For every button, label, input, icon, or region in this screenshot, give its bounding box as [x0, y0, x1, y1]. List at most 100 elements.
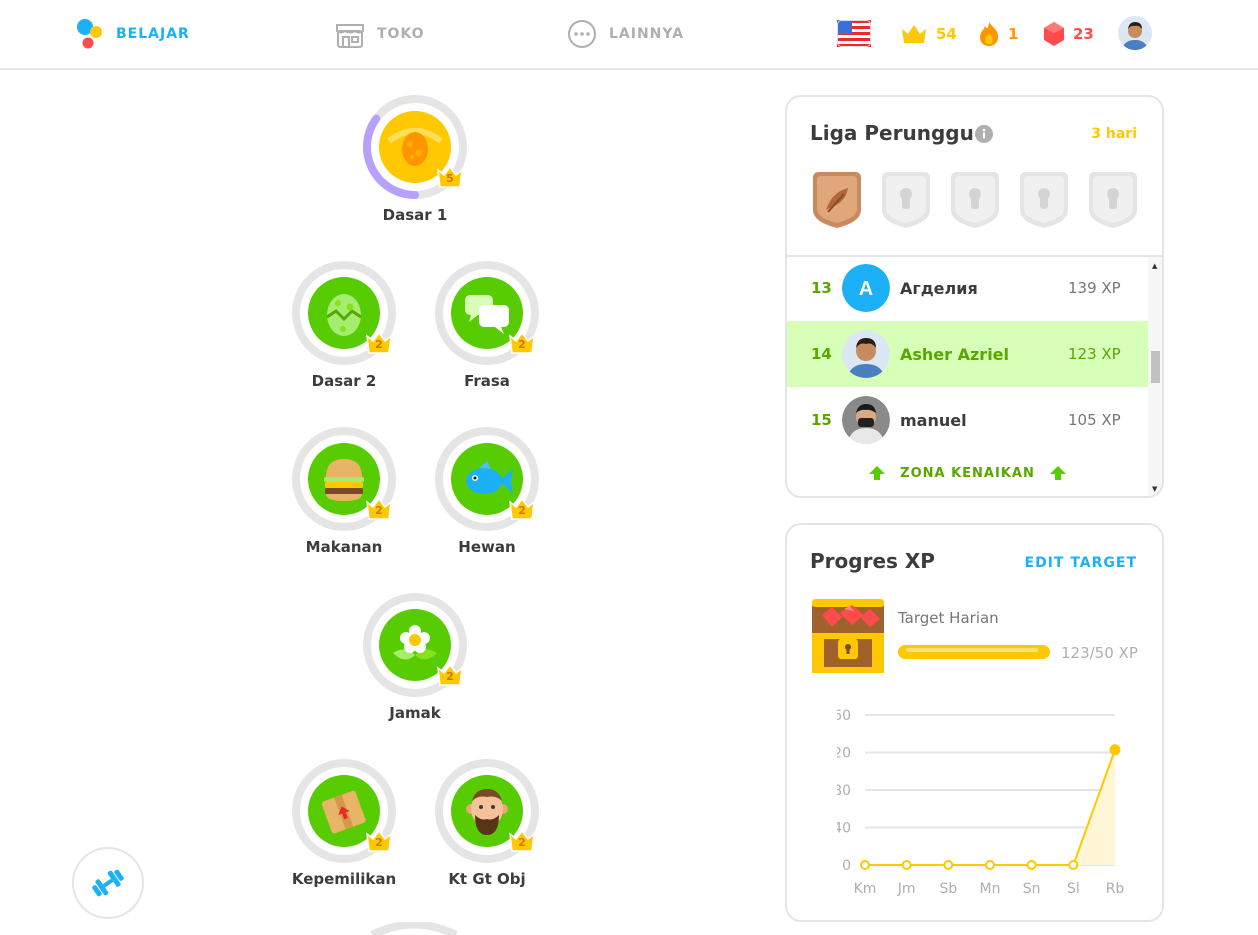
skill-jamak[interactable]: 2 Jamak [360, 592, 470, 722]
locked-league-badge[interactable] [948, 170, 1002, 230]
skill-kepemilikan[interactable]: 2 Kepemilikan [289, 758, 399, 888]
data-point [943, 860, 954, 870]
language-flag-button[interactable] [837, 20, 871, 47]
daily-goal-progress-bar [898, 645, 1050, 659]
leaderboard-rank: 15 [811, 411, 832, 429]
skill-name: Jamak [389, 704, 441, 722]
crown-level: 2 [518, 504, 526, 517]
nav-shop[interactable]: TOKO [335, 18, 425, 50]
data-point [901, 860, 912, 870]
skill-name: Hewan [458, 538, 516, 556]
x-tick-label: Jm [897, 881, 916, 897]
days-left: 3 hari [1091, 126, 1137, 142]
y-tick-label: 0 [842, 858, 851, 874]
arrow-up-icon [1049, 466, 1066, 480]
skill-dasar-2[interactable]: 2 Dasar 2 [289, 260, 399, 390]
leaderboard-row-current-user[interactable]: 14 Asher Azriel 123 XP [787, 321, 1148, 387]
nav-learn-label: BELAJAR [116, 26, 190, 42]
skill-frasa[interactable]: 2 Frasa [432, 260, 542, 390]
scroll-down-icon[interactable]: ▼ [1152, 485, 1157, 493]
next-skill-partial [370, 922, 458, 935]
edit-target-button[interactable]: EDIT TARGET [1025, 555, 1138, 571]
crown-level-badge: 2 [365, 829, 393, 852]
crown-level: 2 [518, 836, 526, 849]
locked-league-badge[interactable] [879, 170, 933, 230]
practice-button[interactable] [72, 847, 144, 919]
leaderboard-row[interactable]: 15 manuel 105 XP [787, 387, 1148, 453]
skill-name: Frasa [464, 372, 510, 390]
avatar: A [842, 264, 890, 312]
promotion-zone: ZONA KENAIKAN [787, 465, 1148, 481]
streak-count: 1 [1008, 25, 1019, 43]
avatar [842, 396, 890, 444]
leaderboard-xp: 139 XP [1068, 279, 1121, 297]
crown-level-badge: 2 [365, 331, 393, 354]
xp-progress-title: Progres XP [810, 549, 935, 573]
y-tick-label: 80 [837, 783, 851, 799]
promotion-zone-label: ZONA KENAIKAN [900, 465, 1035, 481]
y-tick-label: 160 [837, 708, 851, 724]
profile-avatar-button[interactable] [1118, 16, 1152, 50]
top-navigation: BELAJAR TOKO LAINNYA 54 1 23 [0, 0, 1258, 70]
gems-count: 23 [1073, 25, 1094, 43]
leaderboard-username: Агделия [900, 278, 978, 298]
crown-level-badge: 2 [365, 497, 393, 520]
x-tick-label: Rb [1106, 881, 1125, 897]
info-icon[interactable] [975, 125, 993, 143]
leaderboard-xp: 105 XP [1068, 411, 1121, 429]
xp-line-chart: 0 40 80 120 160 Km Jm Sb Mn Sn Sl Rb [837, 708, 1125, 897]
league-card: Liga Perunggu 3 hari 13 A Агделия 139 XP… [785, 95, 1164, 498]
gems-counter[interactable]: 23 [1043, 18, 1094, 50]
leaderboard-list[interactable]: 13 A Агделия 139 XP 14 Asher Azriel 123 … [787, 255, 1162, 496]
more-icon [568, 20, 596, 48]
x-tick-label: Sl [1067, 881, 1080, 897]
streak-counter[interactable]: 1 [978, 18, 1018, 50]
leaderboard-rank: 13 [811, 279, 832, 297]
locked-league-badge[interactable] [1086, 170, 1140, 230]
x-tick-label: Mn [980, 881, 1001, 897]
learn-icon [77, 19, 102, 49]
skill-makanan[interactable]: 2 Makanan [289, 426, 399, 556]
gem-icon [1044, 22, 1064, 46]
scrollbar-thumb[interactable] [1151, 351, 1160, 383]
arrow-up-icon [869, 466, 886, 480]
leaderboard-scrollbar[interactable]: ▲ ▼ [1148, 257, 1162, 496]
league-badges [810, 170, 1140, 230]
crown-level: 2 [518, 338, 526, 351]
data-point [985, 860, 995, 870]
us-flag-icon [837, 20, 871, 47]
skill-dasar-1[interactable]: 5 Dasar 1 [360, 94, 470, 224]
leaderboard-row[interactable]: 13 A Агделия 139 XP [787, 255, 1148, 321]
flame-icon [980, 22, 999, 46]
crowns-count: 54 [936, 25, 957, 43]
scroll-up-icon[interactable]: ▲ [1152, 262, 1157, 270]
nav-more[interactable]: LAINNYA [567, 18, 684, 50]
series-area [865, 749, 1115, 865]
leaderboard-username: manuel [900, 410, 967, 430]
nav-learn[interactable]: BELAJAR [76, 18, 190, 50]
avatar-letter: A [859, 278, 873, 300]
x-tick-label: Km [854, 881, 877, 897]
crown-level: 2 [375, 504, 383, 517]
skill-kt-gt-obj[interactable]: 2 Kt Gt Obj [432, 758, 542, 888]
data-point [860, 860, 870, 870]
skill-name: Kepemilikan [291, 870, 397, 888]
league-title: Liga Perunggu [810, 121, 974, 145]
data-point [1026, 860, 1037, 870]
daily-goal-label: Target Harian [898, 609, 999, 627]
xp-progress-card: Progres XP EDIT TARGET Target Harian 123… [785, 523, 1164, 922]
locked-league-badge[interactable] [1017, 170, 1071, 230]
x-tick-label: Sb [939, 881, 957, 897]
crowns-counter[interactable]: 54 [900, 18, 957, 50]
skill-name: Kt Gt Obj [448, 870, 526, 888]
progress-shine [906, 648, 1038, 652]
skill-name: Dasar 2 [311, 372, 377, 390]
skill-hewan[interactable]: 2 Hewan [432, 426, 542, 556]
bronze-league-badge[interactable] [810, 170, 864, 230]
crown-level: 5 [446, 172, 454, 185]
leaderboard-username: Asher Azriel [900, 344, 1010, 364]
shop-icon [336, 24, 364, 48]
skill-name: Dasar 1 [382, 206, 448, 224]
crown-level-badge: 2 [436, 663, 464, 686]
crown-icon [902, 25, 926, 43]
